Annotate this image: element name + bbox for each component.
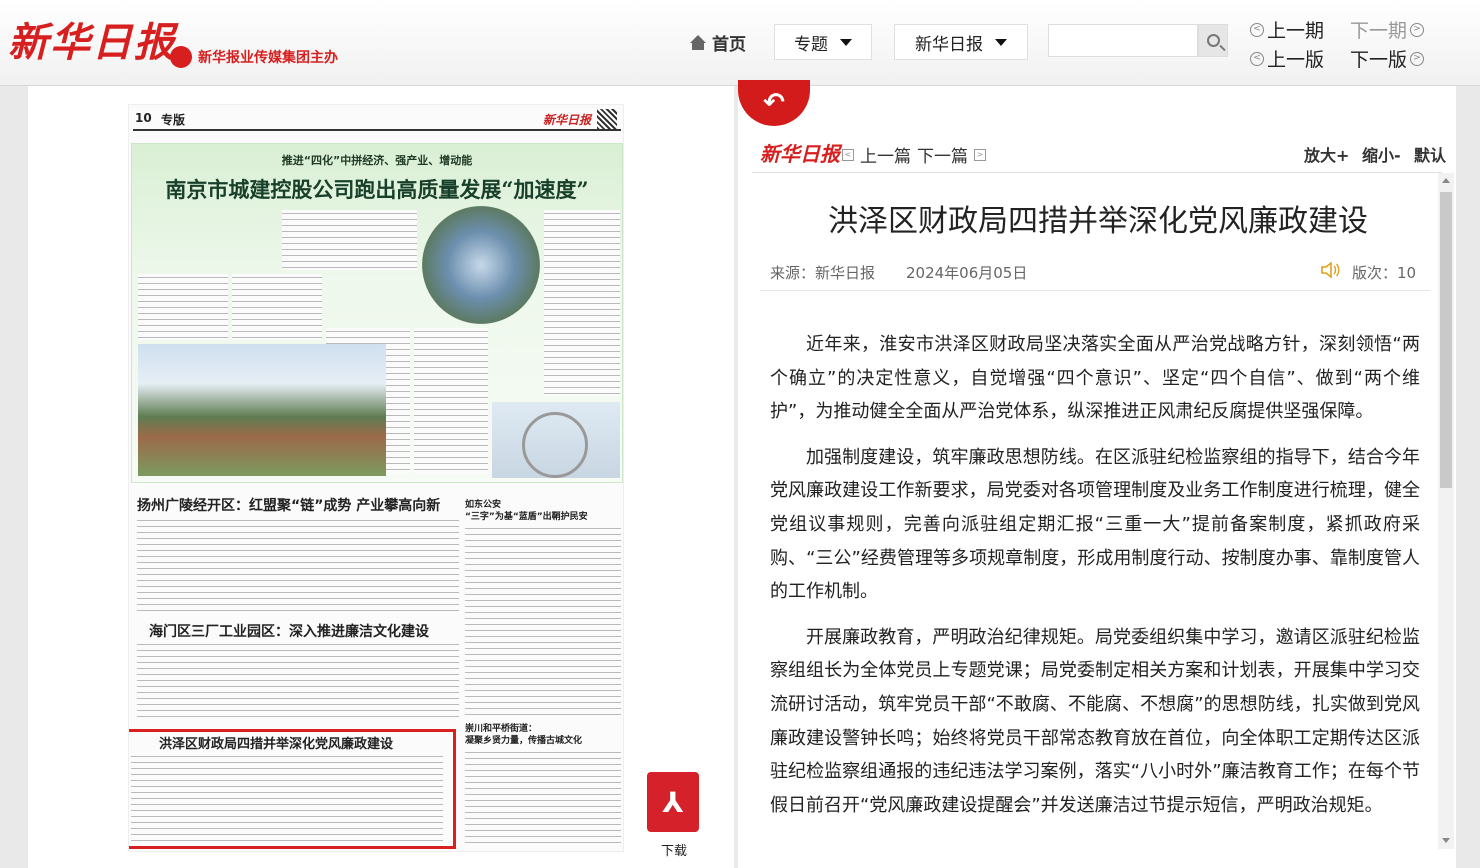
next-page-label: 下一版 [1350, 49, 1408, 71]
scroll-down-icon[interactable] [1442, 838, 1450, 843]
nav-topics-dropdown[interactable]: 专题 [774, 24, 872, 60]
selected-article-highlight[interactable] [129, 729, 456, 849]
publisher-label: 新华报业传媒集团主办 [170, 46, 338, 68]
prev-issue-link[interactable]: < 上一期 [1250, 16, 1324, 43]
nav-home[interactable]: 首页 [690, 30, 746, 55]
article-date: 2024年06月05日 [906, 264, 1028, 282]
article-paragraph: 开展廉政教育，严明政治纪律规矩。局党委组织集中学习，邀请区派驻纪检监察组组长为全… [770, 626, 1420, 816]
chevron-right-icon: > [1410, 22, 1425, 37]
next-issue-label: 下一期 [1350, 20, 1408, 42]
page-header: 10 专版 新华日报 [133, 109, 621, 131]
qr-code-icon [597, 109, 617, 129]
scrollbar-thumb[interactable] [1440, 192, 1452, 488]
article-paragraph: 加强制度建设，筑牢廉政思想防线。在区派驻纪检监察组的指导下，结合今年党风廉政建设… [770, 446, 1420, 603]
text-block [137, 517, 459, 615]
zoom-out-button[interactable]: 缩小- [1362, 142, 1401, 166]
home-icon [690, 34, 706, 50]
aerial-photo [422, 206, 540, 324]
chevron-right-icon: > [974, 148, 986, 161]
nav-paper-dropdown[interactable]: 新华日报 [894, 24, 1028, 60]
feature-article[interactable]: 推进“四化”中拼经济、强产业、增动能 南京市城建控股公司跑出高质量发展“加速度” [131, 143, 623, 483]
text-block [232, 274, 322, 340]
text-block [465, 525, 621, 715]
prev-page-label: 上一版 [1267, 49, 1325, 71]
text-block [137, 641, 459, 721]
scroll-up-icon[interactable] [1442, 178, 1450, 183]
prev-issue-label: 上一期 [1267, 20, 1325, 42]
next-article-link[interactable]: 下一篇 [917, 142, 968, 167]
speaker-icon[interactable] [1320, 262, 1340, 278]
article-body: 近年来，淮安市洪泽区财政局坚决落实全面从严治党战略方针，深刻领悟“两个确立”的决… [770, 328, 1420, 846]
chevron-left-icon: < [842, 148, 854, 161]
article-source: 来源：新华日报 [770, 264, 876, 282]
pdf-icon: ⅄ [662, 786, 684, 819]
prev-page-link[interactable]: < 上一版 [1250, 45, 1324, 72]
pdf-download-button[interactable]: ⅄ [647, 772, 699, 832]
chevron-down-icon [840, 38, 852, 46]
publisher-logo-icon [170, 46, 192, 68]
bridge-photo [492, 402, 620, 478]
search-icon [1206, 34, 1220, 47]
chevron-down-icon [995, 38, 1007, 46]
site-logo[interactable]: 新华日报 [8, 10, 176, 68]
nav-home-label: 首页 [712, 35, 746, 55]
text-block [544, 210, 620, 396]
zoom-default-button[interactable]: 默认 [1414, 142, 1446, 166]
article-title: 洪泽区财政局四措并举深化党风廉政建设 [828, 204, 1368, 239]
back-arrow-icon: ↶ [763, 88, 785, 118]
text-block [282, 210, 417, 270]
divider [752, 172, 1442, 173]
text-block [138, 274, 228, 340]
newspaper-page[interactable]: 10 专版 新华日报 推进“四化”中拼经济、强产业、增动能 南京市城建控股公司跑… [128, 104, 624, 852]
article-page-number: 版次：10 [1352, 264, 1417, 282]
divider [760, 290, 1430, 291]
article-logo: 新华日报 [760, 142, 840, 166]
search-input[interactable] [1048, 24, 1198, 57]
nav-topics-label: 专题 [794, 34, 828, 55]
prev-article-link[interactable]: 上一篇 [860, 142, 911, 167]
side-subhead-chongchuan[interactable]: 凝聚乡贤力量，传播古城文化 [465, 733, 582, 746]
chevron-left-icon: < [1250, 51, 1264, 66]
search-button[interactable] [1198, 24, 1228, 57]
chevron-left-icon: < [1250, 22, 1264, 37]
side-subhead-rudong[interactable]: “三字”为基“蓝盾”出鞘护民安 [465, 509, 588, 522]
next-page-link[interactable]: 下一版 > [1350, 45, 1425, 72]
download-label[interactable]: 下载 [648, 840, 700, 859]
article-paragraph: 近年来，淮安市洪泽区财政局坚决落实全面从严治党战略方针，深刻领悟“两个确立”的决… [770, 334, 1420, 423]
chevron-right-icon: > [1410, 51, 1425, 66]
article-nav: < 上一篇 下一篇 > [842, 142, 986, 167]
page-section: 专版 [161, 113, 186, 127]
top-bar: 新华日报 新华报业传媒集团主办 首页 专题 新华日报 < 上一期 下一期 > < 上一… [0, 0, 1480, 86]
page-number: 10 [135, 111, 152, 125]
headline-haimen[interactable]: 海门区三厂工业园区：深入推进廉洁文化建设 [149, 621, 429, 641]
text-block [414, 328, 488, 474]
publisher-text: 新华报业传媒集团主办 [198, 50, 338, 66]
nav-paper-label: 新华日报 [915, 34, 983, 55]
page-masthead: 新华日报 [542, 113, 591, 127]
headline-guangling[interactable]: 扬州广陵经开区：红盟聚“链”成势 产业攀高向新 [137, 495, 440, 515]
campus-photo [138, 344, 386, 476]
zoom-in-button[interactable]: 放大+ [1304, 142, 1349, 166]
text-block [465, 749, 621, 845]
feature-subtitle: 推进“四化”中拼经济、强产业、增动能 [281, 154, 473, 167]
feature-title: 南京市城建控股公司跑出高质量发展“加速度” [165, 177, 589, 202]
next-issue-link[interactable]: 下一期 > [1350, 16, 1425, 43]
